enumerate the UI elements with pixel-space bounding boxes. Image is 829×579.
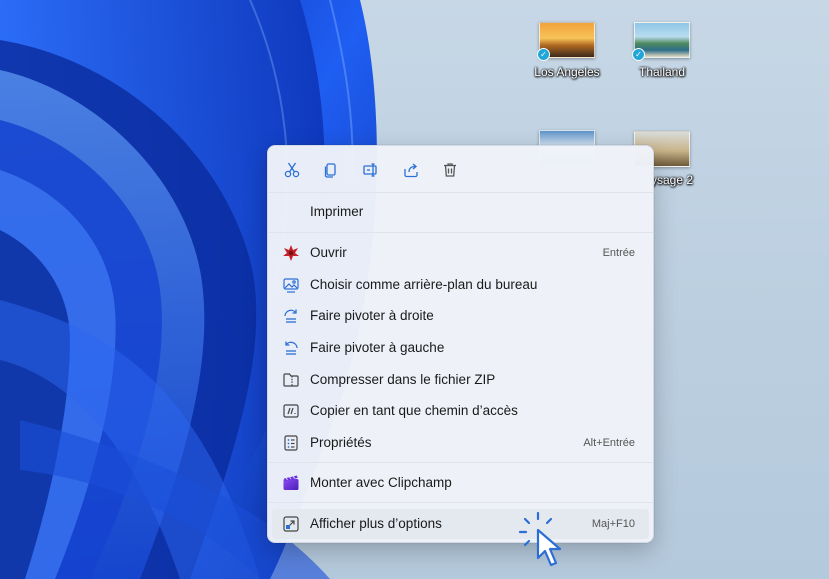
menu-item-rotate-right[interactable]: Faire pivoter à droite	[272, 301, 649, 331]
menu-separator	[268, 192, 653, 193]
share-button[interactable]	[398, 158, 424, 182]
delete-button[interactable]	[437, 158, 463, 182]
menu-item-label: Propriétés	[310, 435, 372, 450]
los-angeles-thumbnail: ✓	[537, 22, 595, 61]
menu-item-show-more-options[interactable]: Afficher plus d’options Maj+F10	[272, 509, 649, 539]
copy-path-icon	[283, 404, 299, 418]
menu-item-label: Imprimer	[310, 204, 364, 219]
zip-folder-icon	[283, 373, 299, 387]
sync-status-icon: ✓	[632, 48, 645, 61]
menu-item-set-wallpaper[interactable]: Choisir comme arrière-plan du bureau	[272, 270, 649, 300]
open-app-icon	[283, 245, 299, 261]
click-cursor-icon	[518, 511, 562, 567]
desktop-icon-thailand[interactable]: ✓ Thailand	[617, 22, 707, 79]
show-more-options-icon	[283, 516, 299, 532]
menu-item-compress-zip[interactable]: Compresser dans le fichier ZIP	[272, 365, 649, 395]
menu-item-label: Compresser dans le fichier ZIP	[310, 372, 496, 387]
desktop-background-icon	[283, 278, 299, 293]
rotate-right-icon	[284, 309, 297, 323]
copy-icon	[324, 163, 336, 178]
menu-separator	[268, 232, 653, 233]
context-menu-toolbar	[268, 146, 653, 192]
rotate-left-icon	[285, 341, 298, 355]
menu-separator	[268, 502, 653, 503]
properties-icon	[284, 435, 298, 451]
desktop-icon-los-angeles[interactable]: ✓ Los Angeles	[522, 22, 612, 79]
rename-icon	[363, 163, 377, 177]
menu-item-label: Ouvrir	[310, 245, 347, 260]
cut-icon	[284, 162, 300, 178]
menu-item-shortcut: Maj+F10	[591, 518, 635, 530]
menu-item-copy-path[interactable]: Copier en tant que chemin d’accès	[272, 396, 649, 426]
menu-item-shortcut: Alt+Entrée	[583, 437, 635, 449]
menu-item-label: Afficher plus d’options	[310, 516, 442, 531]
rename-button[interactable]	[358, 158, 384, 182]
menu-item-ouvrir[interactable]: Ouvrir Entrée	[272, 238, 649, 268]
menu-item-label: Faire pivoter à gauche	[310, 340, 445, 355]
desktop-icon-label: Los Angeles	[534, 65, 600, 79]
cut-button[interactable]	[279, 158, 305, 182]
sync-status-icon: ✓	[537, 48, 550, 61]
share-icon	[404, 163, 418, 178]
menu-item-rotate-left[interactable]: Faire pivoter à gauche	[272, 333, 649, 363]
menu-item-label: Monter avec Clipchamp	[310, 475, 452, 490]
menu-item-label: Faire pivoter à droite	[310, 308, 434, 323]
clipchamp-icon	[283, 475, 299, 490]
context-menu: Imprimer Ouvrir Entrée Choisir comme arr…	[267, 145, 654, 543]
thailand-thumbnail: ✓	[632, 22, 690, 61]
menu-item-properties[interactable]: Propriétés Alt+Entrée	[272, 428, 649, 458]
desktop-icon-label: Thailand	[638, 65, 686, 79]
menu-item-imprimer[interactable]: Imprimer	[272, 197, 649, 227]
delete-icon	[444, 163, 456, 177]
menu-item-label: Copier en tant que chemin d’accès	[310, 403, 518, 418]
menu-separator	[268, 462, 653, 463]
menu-item-shortcut: Entrée	[602, 247, 635, 259]
desktop: ✓ Los Angeles ✓ Thailand ysage 2 Imprime…	[0, 0, 829, 579]
menu-item-clipchamp[interactable]: Monter avec Clipchamp	[272, 468, 649, 498]
menu-item-label: Choisir comme arrière-plan du bureau	[310, 277, 538, 292]
copy-button[interactable]	[318, 158, 344, 182]
